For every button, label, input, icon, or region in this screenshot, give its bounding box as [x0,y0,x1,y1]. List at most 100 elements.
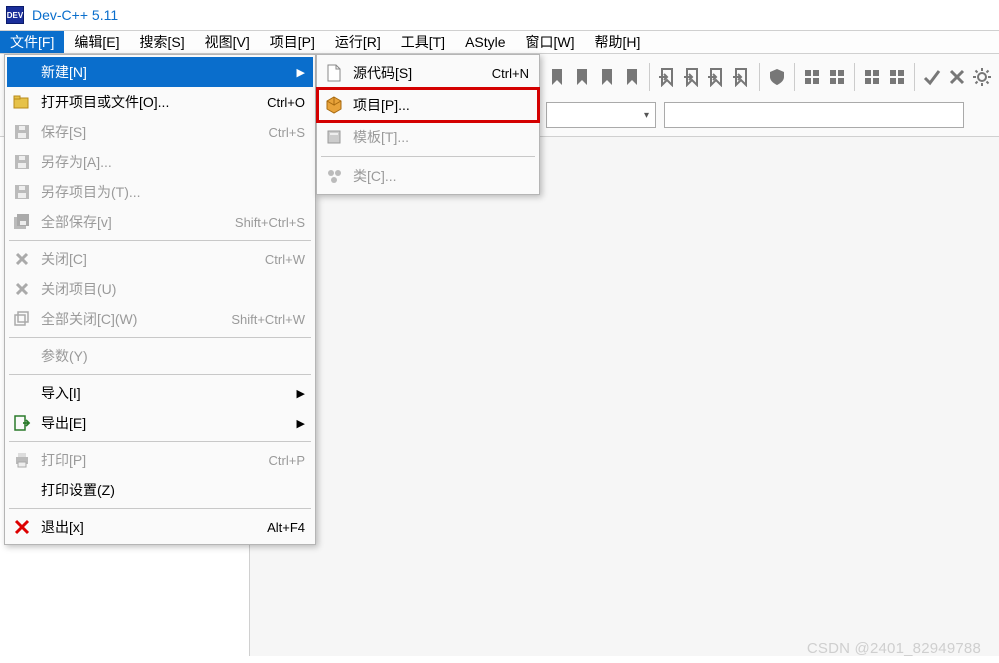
toolbar-goto-button[interactable] [656,60,679,94]
toolbar-grid-button[interactable] [861,60,884,94]
toolbar-goto-button[interactable] [680,60,703,94]
menu-item-label: 类[C]... [353,166,529,186]
menubar-item-0[interactable]: 文件[F] [0,31,64,53]
blank-icon [11,382,33,404]
toolbar-bookmark-button[interactable] [571,60,594,94]
save-gray-icon [11,181,33,203]
file-menu-item-17[interactable]: 打印设置(Z) [7,475,313,505]
menu-item-label: 导出[E] [41,413,289,433]
menu-item-label: 项目[P]... [353,95,529,115]
menubar-item-3[interactable]: 视图[V] [195,31,260,53]
menu-item-label: 保存[S] [41,122,257,142]
save-gray-icon [11,151,33,173]
menubar-item-1[interactable]: 编辑[E] [64,31,129,53]
menubar-item-2[interactable]: 搜索[S] [129,31,194,53]
menu-item-label: 全部保存[v] [41,212,223,232]
menu-item-label: 模板[T]... [353,127,529,147]
open-icon [11,91,33,113]
file-menu-item-9: 全部关闭[C](W)Shift+Ctrl+W [7,304,313,334]
toolbar-bookmark-button[interactable] [620,60,643,94]
menu-item-label: 打印设置(Z) [41,480,305,500]
menu-separator [9,441,311,442]
toolbar-goto-button[interactable] [730,60,753,94]
file-menu-item-1[interactable]: 打开项目或文件[O]...Ctrl+O [7,87,313,117]
project-icon [323,94,345,116]
new-submenu[interactable]: 源代码[S]Ctrl+N 项目[P]... 模板[T]... 类[C]... [316,54,540,195]
menu-separator [9,374,311,375]
file-menu-item-19[interactable]: 退出[x] Alt+F4 [7,512,313,542]
toolbar-goto-button[interactable] [705,60,728,94]
blank-icon [11,61,33,83]
menubar-item-4[interactable]: 项目[P] [260,31,325,53]
toolbar-grid-button[interactable] [825,60,848,94]
toolbar-separator [759,63,760,91]
toolbar-check-button[interactable] [921,60,944,94]
menu-item-label: 另存为[A]... [41,152,305,172]
save-gray-icon [11,121,33,143]
chevron-down-icon: ▾ [644,110,649,121]
print-gray-icon [11,449,33,471]
file-menu-dropdown[interactable]: 新建[N]▶打开项目或文件[O]...Ctrl+O保存[S]Ctrl+S另存为[… [4,54,316,545]
watermark: CSDN @2401_82949788 [807,640,981,657]
submenu-arrow-icon: ▶ [297,387,305,400]
blank-icon [11,345,33,367]
template-gray-icon [323,126,345,148]
file-menu-item-0[interactable]: 新建[N]▶ [7,57,313,87]
file-menu-item-11: 参数(Y) [7,341,313,371]
menu-item-shortcut: Ctrl+S [269,125,305,140]
toolbar-grid-button[interactable] [886,60,909,94]
menubar-item-9[interactable]: 帮助[H] [585,31,651,53]
menu-item-label: 导入[I] [41,383,289,403]
new-submenu-item-1[interactable]: 项目[P]... [319,89,537,121]
editor-area [250,137,999,656]
toolbar-gear-button[interactable] [970,60,993,94]
file-menu-item-5: 全部保存[v]Shift+Ctrl+S [7,207,313,237]
menu-item-label: 另存项目为(T)... [41,182,305,202]
file-menu-item-7: 关闭[C]Ctrl+W [7,244,313,274]
menu-separator [9,337,311,338]
exit-icon [11,516,33,538]
title-bar: DEV Dev-C++ 5.11 [0,0,999,30]
submenu-arrow-icon: ▶ [297,417,305,430]
toolbar-separator [914,63,915,91]
menu-item-label: 新建[N] [41,62,289,82]
menu-item-shortcut: Ctrl+O [267,95,305,110]
closeall-gray-icon [11,308,33,330]
menu-item-shortcut: Ctrl+W [265,252,305,267]
menu-separator [321,156,535,157]
menu-separator [9,240,311,241]
toolbar-shield-button[interactable] [765,60,788,94]
file-menu-item-4: 另存项目为(T)... [7,177,313,207]
menu-item-label: 退出[x] [41,517,255,537]
toolbar-separator [649,63,650,91]
file-menu-item-16: 打印[P]Ctrl+P [7,445,313,475]
saveall-gray-icon [11,211,33,233]
file-menu-item-14[interactable]: 导出[E] ▶ [7,408,313,438]
export-icon [11,412,33,434]
toolbar-combo-2[interactable] [664,102,964,128]
menubar-item-7[interactable]: AStyle [455,31,515,53]
menu-item-label: 打印[P] [41,450,257,470]
menu-bar[interactable]: 文件[F]编辑[E]搜索[S]视图[V]项目[P]运行[R]工具[T]AStyl… [0,30,999,54]
close-gray-icon [11,248,33,270]
menubar-item-5[interactable]: 运行[R] [325,31,391,53]
new-submenu-item-0[interactable]: 源代码[S]Ctrl+N [319,57,537,89]
file-menu-item-2: 保存[S] Ctrl+S [7,117,313,147]
menu-item-shortcut: Alt+F4 [267,520,305,535]
toolbar-bookmark-button[interactable] [595,60,618,94]
toolbar-grid-button[interactable] [801,60,824,94]
toolbar-bookmark-button[interactable] [546,60,569,94]
menubar-item-6[interactable]: 工具[T] [391,31,455,53]
toolbar-separator [854,63,855,91]
app-icon: DEV [6,6,24,24]
file-menu-item-3: 另存为[A]... [7,147,313,177]
file-menu-item-8: 关闭项目(U) [7,274,313,304]
class-gray-icon [323,165,345,187]
blank-icon [11,479,33,501]
toolbar-cross-button[interactable] [946,60,969,94]
menu-item-label: 源代码[S] [353,63,480,83]
file-menu-item-13[interactable]: 导入[I] ▶ [7,378,313,408]
menubar-item-8[interactable]: 窗口[W] [516,31,585,53]
new-submenu-item-4: 类[C]... [319,160,537,192]
toolbar-combo-1[interactable]: ▾ [546,102,656,128]
